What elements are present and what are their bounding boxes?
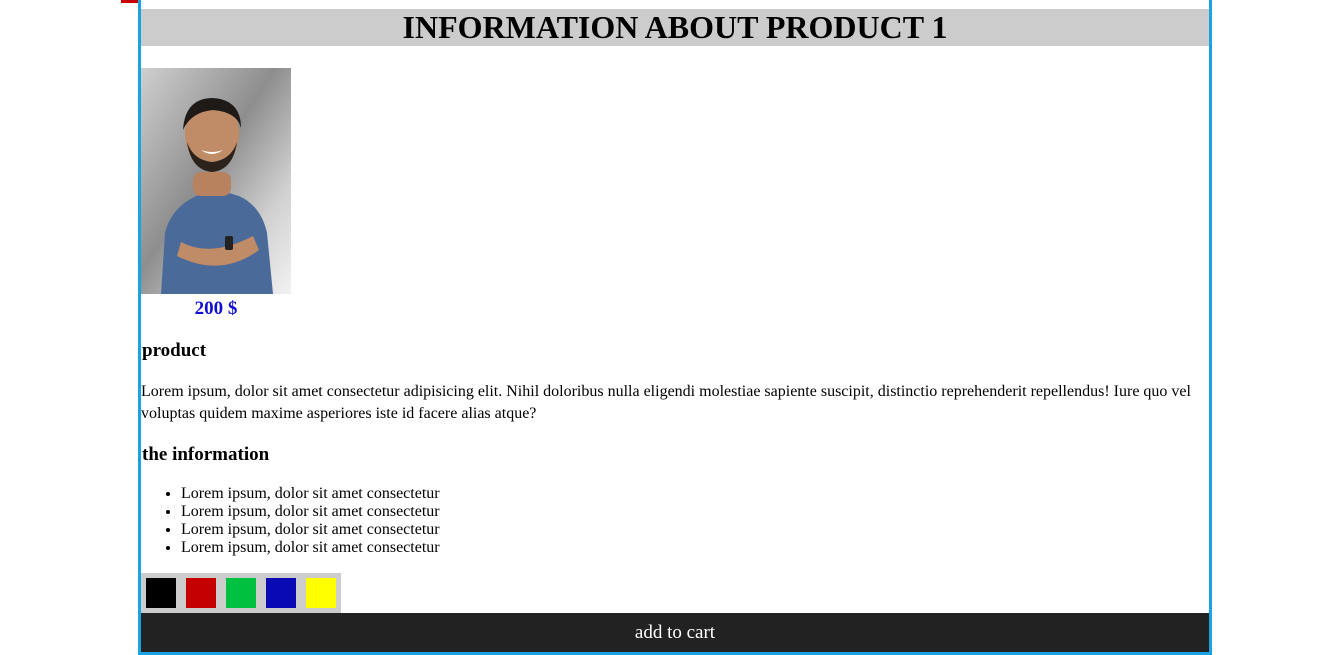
color-swatch-green[interactable] — [226, 578, 256, 608]
information-heading: the information — [142, 444, 270, 465]
title-bar: INFORMATION ABOUT PRODUCT 1 — [141, 9, 1209, 46]
product-image — [141, 68, 291, 294]
information-item: Lorem ipsum, dolor sit amet consectetur — [181, 539, 440, 557]
color-swatch-yellow[interactable] — [306, 578, 336, 608]
information-item: Lorem ipsum, dolor sit amet consectetur — [181, 485, 440, 503]
color-swatch-red[interactable] — [186, 578, 216, 608]
product-heading: product — [142, 340, 207, 361]
page-title: INFORMATION ABOUT PRODUCT 1 — [402, 9, 948, 45]
person-photo — [141, 68, 291, 294]
information-item: Lorem ipsum, dolor sit amet consectetur — [181, 521, 440, 539]
color-swatch-black[interactable] — [146, 578, 176, 608]
product-price: 200 $ — [194, 298, 238, 319]
add-to-cart-button[interactable]: add to cart — [141, 613, 1209, 652]
product-card: INFORMATION ABOUT PRODUCT 1 200 $ produc… — [138, 0, 1212, 655]
information-item: Lorem ipsum, dolor sit amet consectetur — [181, 503, 440, 521]
product-description: Lorem ipsum, dolor sit amet consectetur … — [141, 383, 1191, 422]
color-swatch-blue[interactable] — [266, 578, 296, 608]
color-swatches — [141, 573, 341, 613]
information-list: Lorem ipsum, dolor sit amet consectetur … — [141, 485, 440, 557]
